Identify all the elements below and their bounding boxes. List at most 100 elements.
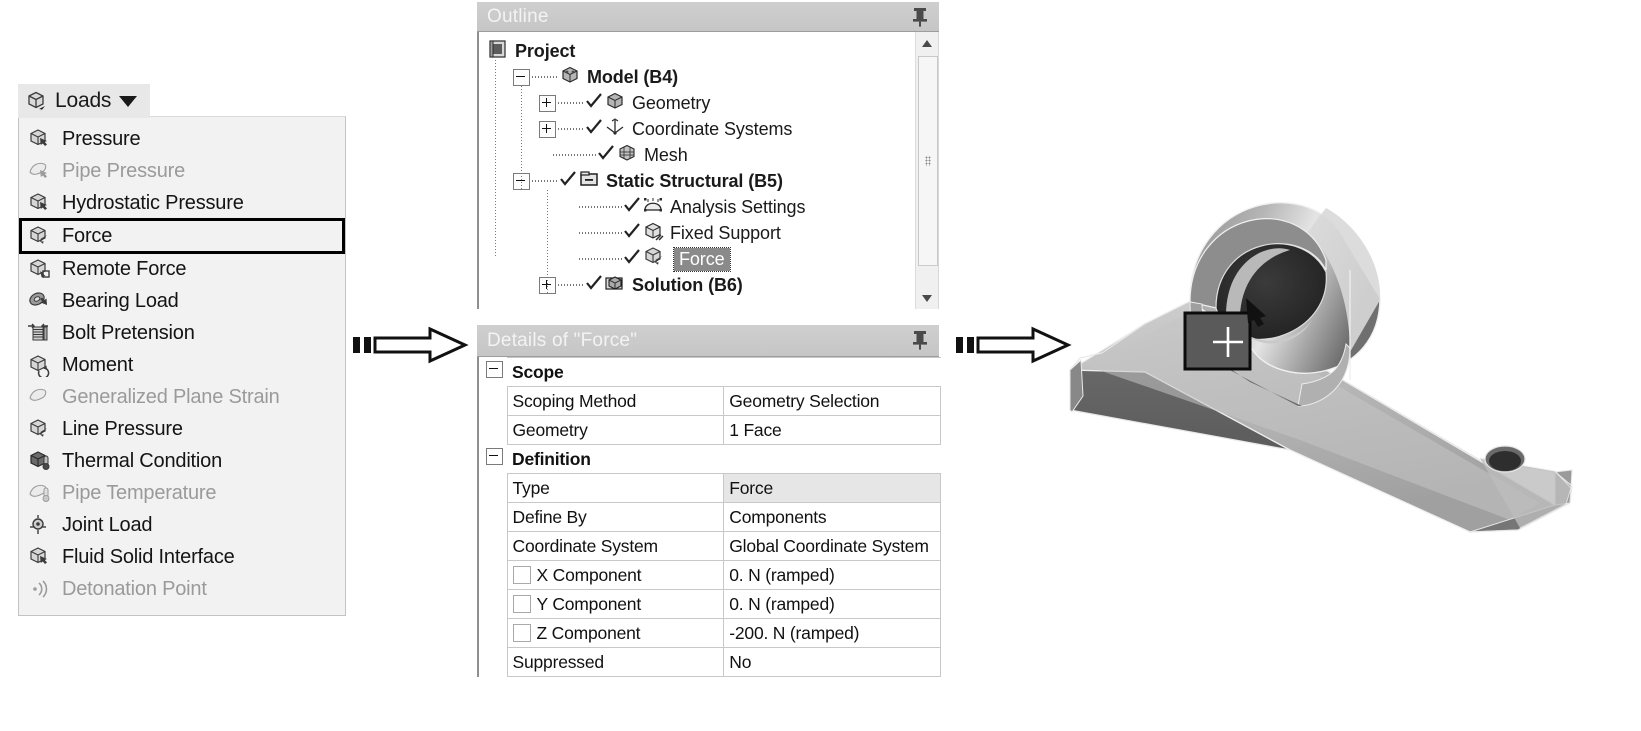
outline-tree-item-mesh[interactable]: Mesh — [479, 142, 938, 168]
outline-tree-item-label: Coordinate Systems — [632, 118, 793, 139]
details-table-body: Scope Scoping Method Geometry Selection Geo… — [477, 357, 941, 677]
loads-menu-item-joint-load[interactable]: Joint Load — [19, 509, 345, 541]
tree-expand-icon[interactable] — [539, 94, 556, 112]
loads-menu-list: Pressure Pipe Pressure Hydrostatic Pressu… — [18, 116, 346, 616]
loads-menu-item-label: Thermal Condition — [62, 449, 223, 472]
loads-menu-item-pressure[interactable]: Pressure — [19, 123, 345, 155]
details-row-gutter — [481, 474, 507, 503]
details-property-row[interactable]: Suppressed No — [481, 647, 941, 677]
loads-menu-item-moment[interactable]: Moment — [19, 349, 345, 381]
loads-menu-item-label: Pressure — [62, 127, 141, 150]
loads-menu-item-bolt-pretension[interactable]: Bolt Pretension — [19, 317, 345, 349]
details-property-name-label: X Component — [536, 564, 642, 585]
details-property-name-label: Y Component — [536, 593, 642, 614]
details-property-checkbox[interactable] — [512, 623, 531, 642]
details-group-row[interactable]: Scope — [481, 357, 941, 387]
loads-button-label: Loads — [55, 89, 112, 112]
detonation-point-icon — [27, 577, 53, 601]
details-property-name: X Component — [506, 560, 725, 590]
details-property-row[interactable]: Type Force — [481, 473, 941, 503]
details-property-name: Suppressed — [506, 647, 725, 677]
details-row-gutter — [481, 532, 507, 561]
mesh-icon — [616, 143, 638, 168]
tree-collapse-icon[interactable] — [513, 68, 530, 86]
details-property-checkbox[interactable] — [512, 594, 531, 613]
loads-menu-item-thermal-condition[interactable]: Thermal Condition — [19, 445, 345, 477]
loads-menu-item-label: Force — [62, 224, 113, 247]
loads-menu-item-line-pressure[interactable]: Line Pressure — [19, 413, 345, 445]
pin-icon[interactable] — [911, 329, 929, 356]
loads-menu-item-remote-force[interactable]: Remote Force — [19, 253, 345, 285]
outline-title-label: Outline — [487, 5, 549, 27]
outline-tree-item-model-b4[interactable]: Model (B4) — [479, 64, 938, 90]
loads-toolbar-button[interactable]: Loads — [18, 84, 150, 118]
details-row-gutter — [481, 619, 507, 648]
outline-tree-item-coordinate-systems[interactable]: Coordinate Systems — [479, 116, 938, 142]
loads-menu-item-force[interactable]: Force — [19, 218, 345, 254]
details-property-value[interactable]: Force — [723, 473, 941, 503]
geometry-icon — [604, 91, 626, 116]
check-mark-icon — [623, 222, 641, 245]
details-property-name: Z Component — [506, 618, 725, 648]
block-arrow-right-icon — [353, 326, 469, 364]
details-property-name: Y Component — [506, 589, 725, 619]
outline-tree-item-label: Force — [673, 246, 731, 272]
details-property-value[interactable]: 0. N (ramped) — [723, 560, 941, 590]
pipe-pressure-icon — [27, 159, 53, 183]
details-property-name: Type — [506, 473, 725, 503]
details-property-name: Geometry — [506, 415, 725, 445]
moment-icon — [27, 353, 53, 377]
details-property-value[interactable]: Global Coordinate System — [723, 531, 941, 561]
outline-tree-body[interactable]: Project Model (B4) Geometry Coordinate S… — [477, 32, 939, 309]
outline-tree: Project Model (B4) Geometry Coordinate S… — [479, 32, 938, 298]
details-property-row[interactable]: Y Component 0. N (ramped) — [481, 589, 941, 619]
details-property-value[interactable]: Components — [723, 502, 941, 532]
pin-icon[interactable] — [911, 6, 929, 33]
loads-menu-item-bearing-load[interactable]: Bearing Load — [19, 285, 345, 317]
details-property-row[interactable]: Z Component -200. N (ramped) — [481, 618, 941, 648]
details-property-value[interactable]: No — [723, 647, 941, 677]
outline-tree-item-label: Project — [515, 40, 576, 61]
force-icon — [642, 245, 668, 274]
details-property-value[interactable]: 0. N (ramped) — [723, 589, 941, 619]
check-mark-icon — [623, 196, 641, 219]
details-property-name: Define By — [506, 502, 725, 532]
tree-expand-icon[interactable] — [539, 120, 556, 138]
details-row-gutter — [481, 590, 507, 619]
scroll-down-arrow-icon[interactable] — [916, 287, 938, 309]
outline-tree-item-geometry[interactable]: Geometry — [479, 90, 938, 116]
details-property-value[interactable]: -200. N (ramped) — [723, 618, 941, 648]
details-property-checkbox[interactable] — [512, 565, 531, 584]
scroll-up-arrow-icon[interactable] — [916, 32, 938, 54]
details-group-collapse-icon[interactable] — [481, 445, 507, 474]
outline-scrollbar[interactable] — [915, 32, 938, 309]
coordinate-systems-icon — [604, 117, 626, 142]
details-property-value[interactable]: Geometry Selection — [723, 386, 941, 416]
details-row-gutter — [481, 416, 507, 445]
loads-dropdown: Loads Pressure Pipe Pressure Hydrostatic … — [18, 84, 346, 616]
force-icon — [27, 224, 53, 248]
tree-guide-line — [547, 190, 548, 294]
tree-guide-line — [495, 60, 496, 256]
bracket-3d-model[interactable] — [1050, 120, 1630, 540]
chevron-down-icon[interactable] — [119, 95, 138, 107]
details-property-row[interactable]: Coordinate System Global Coordinate Syste… — [481, 531, 941, 561]
check-mark-icon — [597, 144, 615, 167]
details-property-row[interactable]: Scoping Method Geometry Selection — [481, 386, 941, 416]
details-property-row[interactable]: Geometry 1 Face — [481, 415, 941, 445]
details-property-row[interactable]: Define By Components — [481, 502, 941, 532]
details-group-row[interactable]: Definition — [481, 444, 941, 474]
scrollbar-thumb[interactable] — [918, 56, 938, 266]
pipe-temperature-icon — [27, 481, 53, 505]
loads-menu-item-fluid-solid-interface[interactable]: Fluid Solid Interface — [19, 541, 345, 573]
details-property-name: Scoping Method — [506, 386, 725, 416]
outline-tree-item-project[interactable]: Project — [479, 38, 938, 64]
details-property-value[interactable]: 1 Face — [723, 415, 941, 445]
details-group-collapse-icon[interactable] — [481, 358, 507, 387]
check-mark-icon — [585, 92, 603, 115]
loads-menu-item-hydrostatic-pressure[interactable]: Hydrostatic Pressure — [19, 187, 345, 219]
outline-tree-item-label: Geometry — [632, 92, 711, 113]
details-property-row[interactable]: X Component 0. N (ramped) — [481, 560, 941, 590]
solution-icon — [604, 273, 626, 298]
details-title-bar: Details of "Force" — [477, 325, 939, 357]
